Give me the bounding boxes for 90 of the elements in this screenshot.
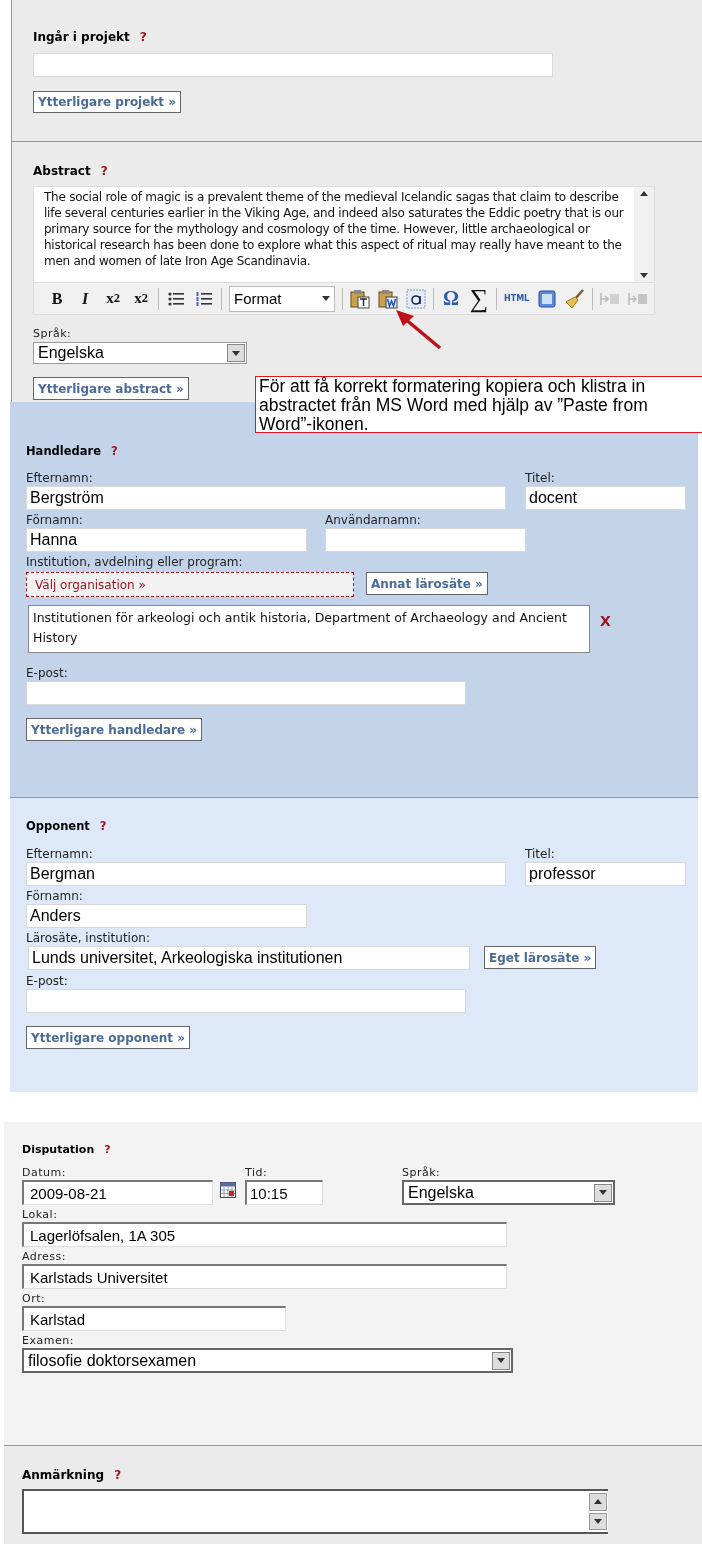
own-university-button[interactable]: Eget lärosäte » — [484, 946, 597, 969]
scroll-down-icon — [640, 273, 648, 278]
help-link[interactable]: ? — [111, 444, 118, 458]
help-link[interactable]: ? — [104, 1142, 111, 1156]
username-input[interactable] — [325, 528, 526, 552]
bulleted-list-icon — [168, 290, 184, 307]
caret-icon — [322, 296, 330, 301]
help-link[interactable]: ? — [114, 1468, 122, 1482]
field-label: E-post: — [26, 974, 69, 989]
broom-button[interactable] — [565, 287, 586, 310]
surname-input[interactable]: Bergman — [26, 862, 506, 886]
field-label: Adress: — [22, 1250, 68, 1264]
field-label: Lärosäte, institution: — [26, 931, 151, 946]
university-input[interactable]: Lunds universitet, Arkeologiska institutionen — [28, 946, 470, 970]
field-label: Förnamn: — [26, 889, 84, 904]
field-label: Tid: — [245, 1166, 269, 1180]
calendar-icon[interactable] — [220, 1182, 236, 1198]
abstract-textarea[interactable] — [33, 186, 655, 283]
field-label: Efternamn: — [26, 471, 94, 486]
field-label: Examen: — [22, 1334, 75, 1348]
more-projects-button[interactable]: Ytterligare projekt » — [33, 91, 182, 113]
email-input[interactable] — [26, 989, 466, 1013]
scroll-up-icon — [640, 191, 648, 196]
degree-select[interactable]: filosofie doktorsexamen — [22, 1348, 513, 1373]
paste-word-button[interactable] — [378, 287, 398, 310]
omega-button[interactable]: Ω — [441, 287, 461, 310]
scrollbar[interactable] — [588, 1491, 608, 1532]
email-input[interactable] — [26, 681, 466, 705]
surname-input[interactable]: Bergström — [26, 486, 506, 510]
section-heading: Abstract — [33, 164, 91, 178]
caret-icon — [599, 1190, 607, 1195]
field-label: Språk: — [402, 1166, 442, 1180]
address-input[interactable]: Karlstads Universitet — [22, 1264, 507, 1289]
more-supervisors-button[interactable]: Ytterligare handledare » — [26, 718, 203, 741]
field-label: Datum: — [22, 1166, 67, 1180]
window-icon — [538, 289, 557, 308]
caret-icon — [497, 1358, 505, 1363]
section-heading: Handledare — [26, 444, 101, 458]
html-button[interactable]: HTML — [504, 287, 530, 310]
field-label: Användarnamn: — [325, 513, 422, 528]
section-heading: Opponent — [26, 819, 90, 833]
language-select[interactable]: Engelska — [402, 1180, 615, 1205]
clipboard-w-icon — [378, 288, 398, 309]
abstract-text: The social role of magic is a prevalent theme of the medieval Icelandic sagas that claim to describe life several centuries earlier in the Viking Age, and indeed also saturates the Eddic poetry that is our primary source for the mythology and cosmology of the time. However, little archaeological or historical research has been done to explore what this aspect of ritual may really have meant to the men and women of late Iron Age Scandinavia. — [43, 189, 625, 270]
arrow-annotation — [396, 310, 442, 350]
scroll-up-icon — [594, 1499, 602, 1505]
section-heading: Disputation — [22, 1142, 95, 1156]
section-heading: Ingår i projekt — [33, 30, 130, 44]
field-label: Efternamn: — [26, 847, 94, 862]
field-label: Institution, avdelning eller program: — [26, 555, 244, 570]
first-name-input[interactable]: Hanna — [26, 528, 307, 552]
italic-button[interactable]: I — [75, 287, 95, 310]
scrollbar[interactable] — [634, 187, 654, 282]
choose-organisation-button[interactable]: Välj organisation » — [26, 572, 354, 597]
caret-icon — [232, 350, 240, 356]
clipboard-t-icon — [350, 288, 370, 309]
help-link[interactable]: ? — [100, 164, 108, 178]
more-opponents-button[interactable]: Ytterligare opponent » — [26, 1026, 190, 1049]
format-select[interactable]: Format — [229, 285, 335, 312]
first-name-input[interactable]: Anders — [26, 904, 307, 928]
city-input[interactable]: Karlstad — [22, 1306, 286, 1331]
field-label: Ort: — [22, 1292, 47, 1306]
remark-textarea[interactable] — [22, 1489, 608, 1534]
room-input[interactable]: Lagerlöfsalen, 1A 305 — [22, 1222, 507, 1247]
frame-button[interactable] — [537, 287, 558, 310]
help-link[interactable]: ? — [99, 819, 107, 833]
paste-text-button[interactable] — [350, 287, 370, 310]
time-input[interactable]: 10:15 — [245, 1180, 323, 1205]
brush-icon — [565, 288, 586, 309]
date-input[interactable]: 2009-08-21 — [22, 1180, 213, 1205]
field-label: Språk: — [33, 327, 73, 341]
help-link[interactable]: ? — [139, 30, 147, 44]
language-select[interactable]: Engelska — [33, 342, 247, 364]
section-heading: Anmärkning — [22, 1468, 105, 1482]
title-input[interactable]: docent — [525, 486, 686, 510]
field-label: Lokal: — [22, 1208, 59, 1222]
project-input[interactable] — [33, 53, 553, 77]
selected-organisation: Institutionen för arkeologi och antik historia, Department of Archaeology and Ancient History — [28, 605, 590, 653]
title-input[interactable]: professor — [525, 862, 686, 886]
callout-note: För att få korrekt formatering kopiera och klistra in abstractet från MS Word med hjälp av ”Paste from Word”-ikonen. — [255, 376, 702, 433]
field-label: Titel: — [525, 471, 556, 486]
field-label: Förnamn: — [26, 513, 84, 528]
more-abstracts-button[interactable]: Ytterligare abstract » — [33, 377, 189, 400]
bold-button[interactable]: B — [47, 287, 67, 310]
field-label: E-post: — [26, 666, 69, 681]
field-label: Titel: — [525, 847, 556, 862]
numbered-list-icon — [196, 290, 212, 307]
other-university-button[interactable]: Annat lärosäte » — [366, 572, 488, 595]
scroll-down-icon — [594, 1518, 602, 1524]
remove-button[interactable]: X — [600, 613, 611, 629]
